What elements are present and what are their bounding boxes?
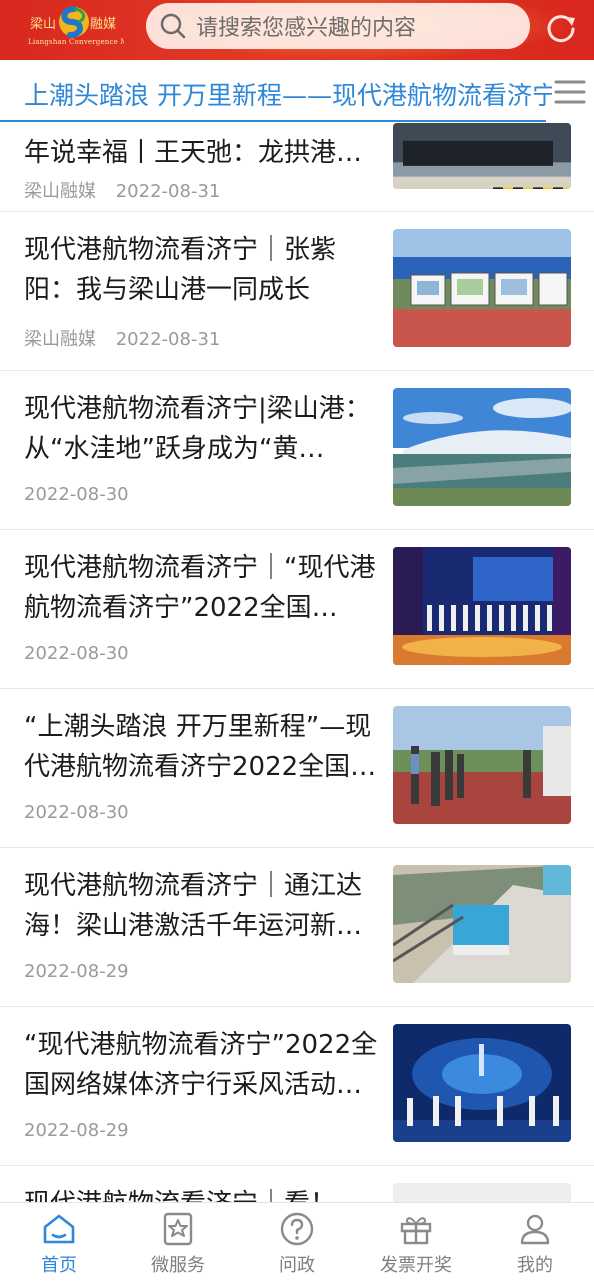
topic-title[interactable]: 上潮头踏浪 开万里新程——现代港航物流看济宁 xyxy=(24,76,552,110)
news-item[interactable]: 现代港航物流看济宁|梁山港：从“水洼地”跃身成为“黄… 2022-08-30 xyxy=(0,371,594,530)
app-header: 梁山 融媒 Liangshan Convergence Media 请搜索您感兴… xyxy=(0,0,594,60)
nav-invoice-lottery[interactable]: 发票开奖 xyxy=(357,1203,475,1281)
news-date: 2022-08-31 xyxy=(115,329,221,350)
news-thumbnail xyxy=(393,1183,571,1202)
svg-text:梁山: 梁山 xyxy=(30,17,56,32)
nav-services[interactable]: 微服务 xyxy=(119,1203,237,1281)
news-meta: 梁山融媒 2022-08-31 xyxy=(24,177,220,203)
logo-subtitle: Liangshan Convergence Media xyxy=(28,38,124,46)
news-item[interactable]: 现代港航物流看济宁｜张紫阳：我与梁山港一同成长 梁山融媒 2022-08-31 xyxy=(0,212,594,371)
user-icon xyxy=(520,1214,550,1245)
news-meta: 2022-08-30 xyxy=(24,484,129,505)
search-icon xyxy=(160,13,186,39)
nav-home[interactable]: 首页 xyxy=(0,1203,118,1281)
news-meta: 梁山融媒 2022-08-31 xyxy=(24,325,220,351)
news-item[interactable]: “现代港航物流看济宁”2022全国网络媒体济宁行采风活动… 2022-08-29 xyxy=(0,1007,594,1166)
news-thumbnail xyxy=(393,388,571,506)
home-icon xyxy=(43,1214,75,1244)
news-date: 2022-08-30 xyxy=(24,802,129,823)
news-title: “现代港航物流看济宁”2022全国网络媒体济宁行采风活动… xyxy=(24,1030,378,1100)
topic-underline xyxy=(0,120,546,122)
gift-icon xyxy=(400,1217,432,1245)
search-bar[interactable]: 请搜索您感兴趣的内容 xyxy=(146,3,530,49)
news-title: 现代港航物流看济宁｜通江达海！梁山港激活千年运河新… xyxy=(24,871,363,941)
news-date: 2022-08-30 xyxy=(24,643,129,664)
search-placeholder: 请搜索您感兴趣的内容 xyxy=(196,16,417,41)
news-item[interactable]: “上潮头踏浪 开万里新程”—现代港航物流看济宁2022全国… 2022-08-3… xyxy=(0,689,594,848)
news-title: “上潮头踏浪 开万里新程”—现代港航物流看济宁2022全国… xyxy=(24,712,377,782)
bottom-nav: 首页 微服务 问政 发票开奖 我的 xyxy=(0,1202,594,1280)
news-date: 2022-08-31 xyxy=(115,181,221,202)
nav-wenzheng[interactable]: 问政 xyxy=(238,1203,356,1281)
news-meta: 2022-08-30 xyxy=(24,802,129,823)
news-date: 2022-08-29 xyxy=(24,1120,129,1141)
nav-label: 微服务 xyxy=(151,1255,205,1276)
news-item[interactable]: 现代港航物流看济宁｜“现代港航物流看济宁”2022全国… 2022-08-30 xyxy=(0,530,594,689)
nav-label: 我的 xyxy=(517,1255,553,1276)
news-thumbnail xyxy=(393,123,571,189)
news-title: 现代港航物流看济宁｜“现代港航物流看济宁”2022全国… xyxy=(24,553,376,623)
refresh-icon[interactable] xyxy=(544,10,578,44)
news-source: 梁山融媒 xyxy=(24,329,96,350)
news-thumbnail xyxy=(393,229,571,347)
topic-bar: 上潮头踏浪 开万里新程——现代港航物流看济宁 xyxy=(0,60,594,126)
nav-profile[interactable]: 我的 xyxy=(476,1203,594,1281)
news-date: 2022-08-29 xyxy=(24,961,129,982)
news-thumbnail xyxy=(393,706,571,824)
news-title: 现代港航物流看济宁|梁山港：从“水洼地”跃身成为“黄… xyxy=(24,394,371,464)
star-card-icon xyxy=(163,1212,193,1246)
svg-text:融媒: 融媒 xyxy=(90,17,116,32)
nav-label: 发票开奖 xyxy=(380,1255,452,1276)
news-list: 年说幸福丨王天弛：龙拱港… 梁山融媒 2022-08-31 现代港航物流看济宁｜… xyxy=(0,122,594,1202)
news-item[interactable]: 现代港航物流看济宁｜通江达海！梁山港激活千年运河新… 2022-08-29 xyxy=(0,848,594,1007)
news-date: 2022-08-30 xyxy=(24,484,129,505)
news-title: 年说幸福丨王天弛：龙拱港… xyxy=(24,138,363,168)
news-thumbnail xyxy=(393,547,571,665)
nav-label: 问政 xyxy=(279,1255,315,1276)
news-thumbnail xyxy=(393,865,571,983)
news-thumbnail xyxy=(393,1024,571,1142)
news-meta: 2022-08-29 xyxy=(24,961,129,982)
news-meta: 2022-08-29 xyxy=(24,1120,129,1141)
news-meta: 2022-08-30 xyxy=(24,643,129,664)
nav-label: 首页 xyxy=(41,1255,77,1276)
news-title: 现代港航物流看济宁｜看！济… xyxy=(24,1184,380,1202)
news-item[interactable]: 年说幸福丨王天弛：龙拱港… 梁山融媒 2022-08-31 xyxy=(0,122,594,212)
menu-icon[interactable] xyxy=(552,74,588,110)
news-title: 现代港航物流看济宁｜张紫阳：我与梁山港一同成长 xyxy=(24,235,337,305)
question-icon xyxy=(280,1212,314,1246)
news-item[interactable]: 现代港航物流看济宁｜看！济… xyxy=(0,1166,594,1202)
news-source: 梁山融媒 xyxy=(24,181,96,202)
